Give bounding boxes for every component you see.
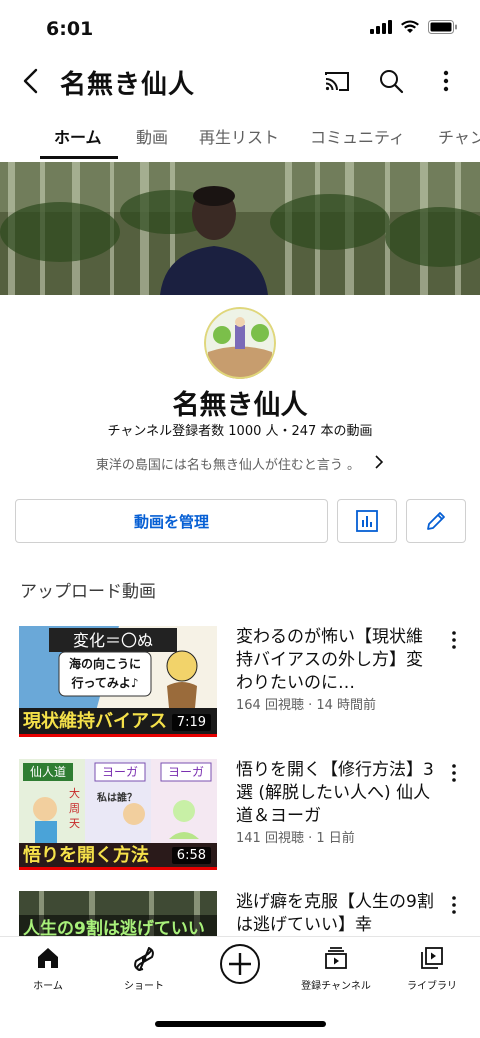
uploads-section-title: アップロード動画 bbox=[20, 582, 156, 602]
more-vert-icon[interactable] bbox=[446, 893, 462, 917]
nav-subscriptions-label: 登録チャンネル bbox=[301, 981, 371, 992]
video-title[interactable]: 逃げ癖を克服【人生の9割は逃げていい】幸 bbox=[236, 891, 434, 936]
thumb-text: 私は誰？ bbox=[96, 791, 137, 804]
library-icon bbox=[421, 947, 443, 969]
channel-description[interactable]: 東洋の島国には名も無き仙人が住むと言う 。 bbox=[0, 454, 480, 473]
channel-avatar[interactable] bbox=[204, 307, 276, 379]
shorts-icon bbox=[134, 947, 154, 971]
chevron-right-icon bbox=[375, 455, 384, 469]
thumb-text: 仙人道 bbox=[30, 765, 66, 779]
tab-videos[interactable]: 動画 bbox=[136, 124, 168, 148]
thumb-text: 行ってみよ♪ bbox=[70, 675, 138, 690]
more-vert-icon[interactable] bbox=[446, 761, 462, 785]
manage-videos-button[interactable]: 動画を管理 bbox=[15, 499, 328, 543]
channel-name: 名無き仙人 bbox=[172, 390, 308, 421]
thumb-text: 天 bbox=[69, 817, 80, 830]
video-title[interactable]: 変わるのが怖い【現状維持バイアスの外し方】変わりたいのに… bbox=[236, 626, 434, 695]
nav-shorts[interactable]: ショート bbox=[108, 937, 180, 1001]
video-thumbnail[interactable]: 人生の9割は逃げていい bbox=[19, 891, 217, 936]
active-tab-indicator bbox=[40, 156, 118, 159]
tab-playlists[interactable]: 再生リスト bbox=[199, 124, 279, 148]
video-title[interactable]: 悟りを開く【修行方法】3選 (解脱したい人へ) 仙人道＆ヨーガ bbox=[236, 759, 434, 828]
video-meta: 141 回視聴 · 1 日前 bbox=[236, 831, 355, 846]
thumb-text: 海の向こうに bbox=[69, 656, 141, 671]
more-vert-icon[interactable] bbox=[431, 66, 461, 96]
nav-subscriptions[interactable]: 登録チャンネル bbox=[292, 937, 380, 1001]
status-icons bbox=[370, 20, 458, 34]
more-vert-icon[interactable] bbox=[446, 628, 462, 652]
edit-channel-button[interactable] bbox=[406, 499, 466, 543]
analytics-icon bbox=[356, 510, 378, 532]
pencil-icon bbox=[427, 512, 445, 530]
nav-library[interactable]: ライブラリ bbox=[398, 937, 466, 1001]
thumb-text: 現状維持バイアス bbox=[23, 710, 167, 732]
cellular-signal-icon bbox=[370, 20, 392, 34]
home-icon bbox=[38, 948, 58, 968]
channel-title: 名無き仙人 bbox=[60, 70, 196, 100]
channel-meta: チャンネル登録者数 1000 人・247 本の動画 bbox=[107, 424, 373, 439]
nav-create[interactable] bbox=[210, 937, 270, 1001]
thumb-text: 変化＝〇ぬ bbox=[73, 631, 153, 650]
channel-tabs: ホーム 動画 再生リスト コミュニティ チャン bbox=[0, 112, 480, 160]
tab-home[interactable]: ホーム bbox=[54, 124, 102, 148]
nav-library-label: ライブラリ bbox=[407, 981, 457, 992]
channel-banner bbox=[0, 162, 480, 295]
back-arrow-icon[interactable] bbox=[16, 64, 46, 98]
video-duration: 7:19 bbox=[171, 714, 211, 731]
subscriptions-icon bbox=[325, 947, 347, 969]
banner-image bbox=[0, 162, 480, 295]
video-item[interactable]: 仙人道 ヨーガ ヨーガ 大 周 天 私は誰？ 悟りを開く方法 6:58 悟りを開… bbox=[0, 759, 480, 871]
thumb-text: 人生の9割は逃げていい bbox=[23, 918, 205, 936]
search-icon[interactable] bbox=[376, 66, 406, 96]
thumb-text: ヨーガ bbox=[102, 765, 138, 779]
video-thumbnail[interactable]: 変化＝〇ぬ 海の向こうに 行ってみよ♪ 現状維持バイアス 7:19 bbox=[19, 626, 217, 737]
channel-description-text: 東洋の島国には名も無き仙人が住むと言う 。 bbox=[95, 458, 360, 473]
app-bar: 名無き仙人 bbox=[0, 56, 480, 106]
thumb-text: 大 bbox=[69, 786, 80, 800]
status-time: 6:01 bbox=[46, 18, 94, 40]
thumb-text: 悟りを開く方法 bbox=[23, 844, 149, 866]
battery-icon bbox=[428, 20, 457, 34]
wifi-icon bbox=[401, 20, 419, 33]
video-meta: 164 回視聴 · 14 時間前 bbox=[236, 698, 377, 713]
manage-videos-label: 動画を管理 bbox=[133, 512, 209, 531]
thumb-text: ヨーガ bbox=[168, 765, 204, 779]
bottom-navigation: ホーム ショート 登録チャンネル ライブラリ bbox=[0, 936, 480, 1000]
video-thumbnail[interactable]: 仙人道 ヨーガ ヨーガ 大 周 天 私は誰？ 悟りを開く方法 6:58 bbox=[19, 759, 217, 870]
create-plus-icon bbox=[220, 944, 260, 984]
video-item[interactable]: 変化＝〇ぬ 海の向こうに 行ってみよ♪ 現状維持バイアス 7:19 変わるのが怖… bbox=[0, 626, 480, 738]
nav-home-label: ホーム bbox=[33, 981, 63, 992]
nav-home[interactable]: ホーム bbox=[14, 937, 82, 1001]
thumb-text: 周 bbox=[69, 802, 80, 815]
status-bar: 6:01 bbox=[0, 0, 480, 56]
analytics-button[interactable] bbox=[337, 499, 397, 543]
cast-icon[interactable] bbox=[322, 66, 352, 96]
video-duration: 6:58 bbox=[171, 847, 211, 864]
tab-community[interactable]: コミュニティ bbox=[310, 124, 405, 148]
home-indicator bbox=[155, 1021, 326, 1027]
video-item[interactable]: 人生の9割は逃げていい 逃げ癖を克服【人生の9割は逃げていい】幸 bbox=[0, 891, 480, 936]
nav-shorts-label: ショート bbox=[124, 981, 164, 992]
tab-channels[interactable]: チャン bbox=[438, 124, 480, 148]
